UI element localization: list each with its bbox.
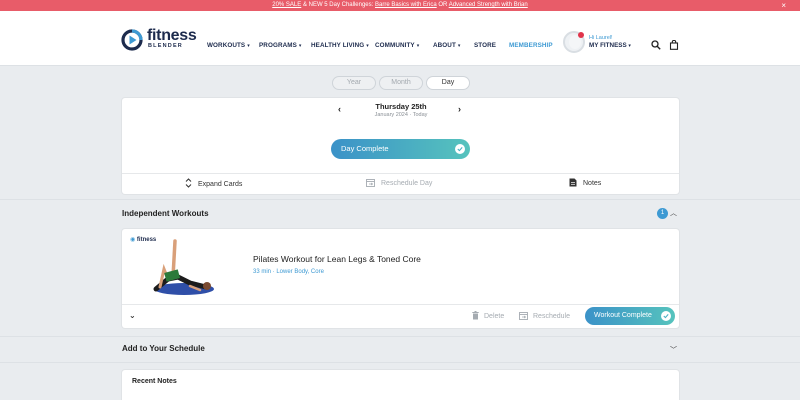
nav-membership[interactable]: MEMBERSHIP	[509, 11, 553, 66]
view-toggle-month[interactable]: Month	[379, 76, 423, 90]
chevron-down-icon[interactable]: ﹀	[670, 345, 677, 355]
current-date-subtitle: January 2024 · Today	[374, 112, 428, 118]
logo-wordmark: fitness	[147, 27, 197, 44]
note-document-icon	[569, 178, 577, 187]
expand-cards-label: Expand Cards	[198, 181, 243, 188]
recent-notes-heading: Recent Notes	[132, 378, 177, 385]
workout-thumbnail[interactable]	[128, 233, 224, 301]
day-complete-button[interactable]: Day Complete	[331, 139, 470, 159]
reschedule-day-button[interactable]: Reschedule Day	[366, 178, 432, 189]
nav-community[interactable]: COMMUNITY ▾	[375, 11, 419, 66]
logo-subtitle: BLENDER	[148, 43, 183, 49]
site-logo[interactable]: fitness BLENDER	[121, 27, 201, 53]
workout-title[interactable]: Pilates Workout for Lean Legs & Toned Co…	[253, 254, 421, 264]
promo-or-text: OR	[436, 2, 449, 8]
chevron-down-icon: ▾	[628, 43, 631, 49]
chevron-down-icon: ▾	[366, 43, 369, 49]
workout-meta: 33 min · Lower Body, Core	[253, 269, 324, 275]
nav-store[interactable]: STORE	[474, 11, 496, 66]
chevron-up-icon[interactable]: ︿	[670, 208, 677, 218]
promo-sale-text[interactable]: 20% SALE	[272, 2, 301, 8]
delete-label: Delete	[484, 313, 505, 320]
promo-link-strength[interactable]: Advanced Strength with Brian	[449, 2, 528, 8]
close-icon[interactable]: ×	[781, 0, 786, 11]
reschedule-workout-button[interactable]: Reschedule	[519, 311, 570, 322]
delete-workout-button[interactable]: Delete	[472, 311, 504, 322]
workout-complete-label: Workout Complete	[594, 312, 652, 319]
my-fitness-label: MY FITNESS	[589, 42, 627, 49]
trash-icon	[472, 311, 479, 320]
workout-count-badge: 1	[657, 208, 668, 219]
nav-label: MEMBERSHIP	[509, 42, 553, 49]
reschedule-day-label: Reschedule Day	[381, 180, 433, 187]
independent-workouts-heading: Independent Workouts	[122, 209, 209, 218]
nav-label: HEALTHY LIVING	[311, 42, 365, 49]
recent-notes-card	[122, 370, 679, 400]
nav-label: COMMUNITY	[375, 42, 415, 49]
calendar-arrow-icon	[366, 179, 375, 187]
user-greeting: Hi Laurel!	[589, 35, 613, 41]
chevron-down-icon: ▾	[247, 43, 250, 49]
my-fitness-menu[interactable]: MY FITNESS ▾	[589, 42, 631, 49]
thumbnail-brand: ◉ fitness	[130, 236, 156, 243]
check-icon	[455, 144, 465, 154]
play-logo-icon: ◉	[130, 237, 136, 243]
divider	[122, 304, 679, 305]
chevron-down-icon: ▾	[298, 43, 302, 49]
nav-label: WORKOUTS	[207, 42, 246, 49]
workout-complete-button[interactable]: Workout Complete	[585, 307, 675, 325]
view-toggle-day[interactable]: Day	[426, 76, 470, 90]
chevron-down-icon: ▾	[416, 43, 420, 49]
current-date: Thursday 25th	[375, 102, 427, 111]
section-divider	[0, 362, 800, 363]
nav-label: ABOUT	[433, 42, 456, 49]
search-icon[interactable]	[651, 40, 661, 50]
reschedule-label: Reschedule	[533, 313, 570, 320]
shopping-bag-icon[interactable]	[669, 40, 679, 50]
chevron-down-icon: ▾	[457, 43, 461, 49]
promo-middle-text: & NEW 5 Day Challenges:	[301, 2, 375, 8]
nav-label: PROGRAMS	[259, 42, 297, 49]
promo-link-barre[interactable]: Barre Basics with Erica	[375, 2, 437, 8]
nav-healthy-living[interactable]: HEALTHY LIVING ▾	[311, 11, 369, 66]
nav-workouts[interactable]: WORKOUTS ▾	[207, 11, 250, 66]
notes-button[interactable]: Notes	[569, 178, 601, 189]
notification-dot	[578, 32, 584, 38]
section-divider	[0, 199, 800, 200]
notes-label: Notes	[583, 180, 602, 187]
view-toggle-year[interactable]: Year	[332, 76, 376, 90]
nav-programs[interactable]: PROGRAMS ▾	[259, 11, 302, 66]
add-to-schedule-heading[interactable]: Add to Your Schedule	[122, 344, 205, 353]
expand-cards-button[interactable]: Expand Cards	[185, 178, 242, 190]
nav-label: STORE	[474, 42, 497, 49]
promo-banner: 20% SALE & NEW 5 Day Challenges: Barre B…	[0, 0, 800, 11]
play-logo-icon	[121, 29, 143, 51]
chevron-down-icon[interactable]: ⌄	[129, 311, 136, 320]
section-divider	[0, 336, 800, 337]
calendar-arrow-icon	[519, 312, 528, 320]
thumbnail-brand-text: fitness	[136, 237, 157, 243]
nav-about[interactable]: ABOUT ▾	[433, 11, 461, 66]
check-icon	[661, 311, 671, 321]
expand-arrows-icon	[185, 178, 192, 188]
day-complete-label: Day Complete	[341, 144, 389, 153]
divider	[122, 173, 679, 174]
